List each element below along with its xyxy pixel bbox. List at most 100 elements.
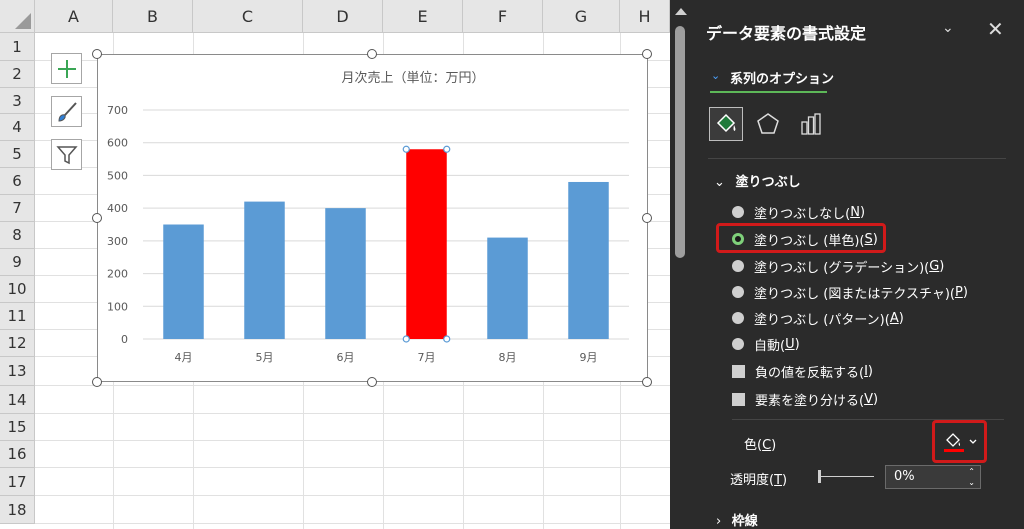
y-tick-label: 600 [107, 137, 128, 150]
resize-handle-br[interactable] [642, 377, 652, 387]
row-header-13[interactable]: 13 [0, 357, 35, 386]
fill-section-header[interactable]: ⌄ 塗りつぶし [714, 171, 801, 190]
scroll-thumb[interactable] [675, 26, 685, 258]
row-header-16[interactable]: 16 [0, 441, 35, 468]
transparency-label: 透明度(T) [730, 473, 788, 488]
radio-button[interactable] [732, 312, 744, 324]
row-header-7[interactable]: 7 [0, 195, 35, 222]
column-header-d[interactable]: D [303, 0, 383, 33]
y-tick-label: 700 [107, 104, 128, 117]
radio-button[interactable] [732, 260, 744, 272]
chart-elements-button[interactable] [51, 53, 82, 84]
resize-handle-left[interactable] [92, 213, 102, 223]
column-header-a[interactable]: A [35, 0, 113, 33]
chart-filters-button[interactable] [51, 139, 82, 170]
row-header-8[interactable]: 8 [0, 222, 35, 249]
vary-colors-checkbox[interactable]: 要素を塗り分ける(V) [732, 389, 878, 409]
checkbox[interactable] [732, 392, 745, 406]
highlight-box [932, 420, 987, 463]
fill-option-auto[interactable]: 自動(U) [732, 334, 800, 354]
y-tick-label: 200 [107, 268, 128, 281]
row-header-3[interactable]: 3 [0, 88, 35, 114]
radio-button[interactable] [732, 286, 744, 298]
resize-handle-tl[interactable] [92, 49, 102, 59]
chevron-down-icon: ⌄ [711, 69, 721, 82]
transparency-slider[interactable] [819, 476, 874, 477]
bar[interactable] [244, 201, 285, 339]
radio-button[interactable] [732, 338, 744, 350]
border-section-header[interactable]: › 枠線 [716, 510, 758, 529]
fill-line-tab[interactable] [709, 107, 743, 141]
chart-styles-button[interactable] [51, 96, 82, 127]
row-header-12[interactable]: 12 [0, 330, 35, 357]
row-header-5[interactable]: 5 [0, 141, 35, 168]
paint-bucket-icon [716, 113, 736, 133]
scroll-up-icon[interactable] [675, 8, 687, 15]
bar-selection-handle[interactable] [402, 335, 410, 343]
pane-title: データ要素の書式設定 [706, 24, 867, 43]
x-tick-label: 4月 [175, 351, 193, 364]
fill-option-none[interactable]: 塗りつぶしなし(N) [732, 202, 865, 222]
effects-tab[interactable] [751, 107, 785, 141]
row-header-10[interactable]: 10 [0, 276, 35, 303]
bar-selection-handle[interactable] [402, 145, 410, 153]
column-header-g[interactable]: G [543, 0, 620, 33]
invert-if-negative-checkbox[interactable]: 負の値を反転する(I) [732, 361, 873, 381]
y-tick-label: 100 [107, 300, 128, 313]
close-icon[interactable]: ✕ [987, 17, 1004, 41]
resize-handle-bottom[interactable] [367, 377, 377, 387]
column-header-e[interactable]: E [383, 0, 463, 33]
fill-option-picture[interactable]: 塗りつぶし (図またはテクスチャ)(P) [732, 282, 968, 302]
bar[interactable] [487, 237, 528, 339]
row-header-15[interactable]: 15 [0, 414, 35, 441]
brush-icon [57, 101, 77, 122]
bar-chart[interactable]: 月次売上（単位：万円） 0 100 200 300 400 500 600 700 4月 5月 6… [98, 55, 647, 381]
fill-option-pattern[interactable]: 塗りつぶし (パターン)(A) [732, 308, 904, 328]
format-pane: データ要素の書式設定 ⌄ ✕ ⌄ 系列のオプション ⌄ 塗りつぶし 塗りつぶしな… [692, 0, 1024, 529]
fill-option-gradient[interactable]: 塗りつぶし (グラデーション)(G) [732, 256, 944, 276]
chevron-down-icon[interactable]: ⌄ [942, 20, 954, 36]
column-header-b[interactable]: B [113, 0, 193, 33]
column-header-c[interactable]: C [193, 0, 303, 33]
tab-series-options[interactable]: 系列のオプション [730, 68, 834, 87]
plus-icon [57, 59, 76, 78]
y-tick-label: 500 [107, 169, 128, 182]
radio-button[interactable] [732, 206, 744, 218]
resize-handle-bl[interactable] [92, 377, 102, 387]
bar[interactable] [568, 181, 609, 339]
row-header-9[interactable]: 9 [0, 249, 35, 276]
bar-selection-handle[interactable] [443, 145, 451, 153]
row-header-14[interactable]: 14 [0, 386, 35, 414]
row-header-18[interactable]: 18 [0, 496, 35, 524]
row-header-1[interactable]: 1 [0, 33, 35, 61]
x-tick-label: 8月 [499, 351, 517, 364]
column-header-f[interactable]: F [463, 0, 543, 33]
select-all-corner[interactable] [0, 0, 35, 33]
chart-area[interactable]: 月次売上（単位：万円） 0 100 200 300 400 500 600 700 4月 5月 6… [97, 54, 648, 382]
row-header-11[interactable]: 11 [0, 303, 35, 330]
transparency-input[interactable]: 0% ⌃ ⌄ [885, 465, 981, 489]
worksheet[interactable]: A B C D E F G H 1 2 3 4 5 6 7 8 9 10 11 … [0, 0, 670, 529]
row-header-6[interactable]: 6 [0, 168, 35, 195]
resize-handle-top[interactable] [367, 49, 377, 59]
x-tick-label: 7月 [418, 351, 436, 364]
checkbox[interactable] [732, 364, 745, 378]
row-header-4[interactable]: 4 [0, 114, 35, 141]
bar[interactable] [163, 224, 204, 340]
vertical-scrollbar[interactable] [670, 0, 692, 529]
bar[interactable] [325, 208, 366, 339]
series-options-tab[interactable] [794, 107, 828, 141]
filter-icon [55, 145, 78, 164]
bar-selected[interactable] [406, 149, 447, 339]
spinner-icon[interactable]: ⌃ ⌄ [968, 466, 975, 488]
chevron-down-icon: ⌄ [714, 175, 725, 190]
border-section-label: 枠線 [731, 514, 758, 529]
column-header-h[interactable]: H [620, 0, 670, 33]
row-header-2[interactable]: 2 [0, 61, 35, 88]
row-header-17[interactable]: 17 [0, 468, 35, 496]
highlight-box [716, 223, 886, 253]
resize-handle-tr[interactable] [642, 49, 652, 59]
bar-selection-handle[interactable] [443, 335, 451, 343]
resize-handle-right[interactable] [642, 213, 652, 223]
chart-title: 月次売上（単位：万円） [341, 70, 484, 86]
